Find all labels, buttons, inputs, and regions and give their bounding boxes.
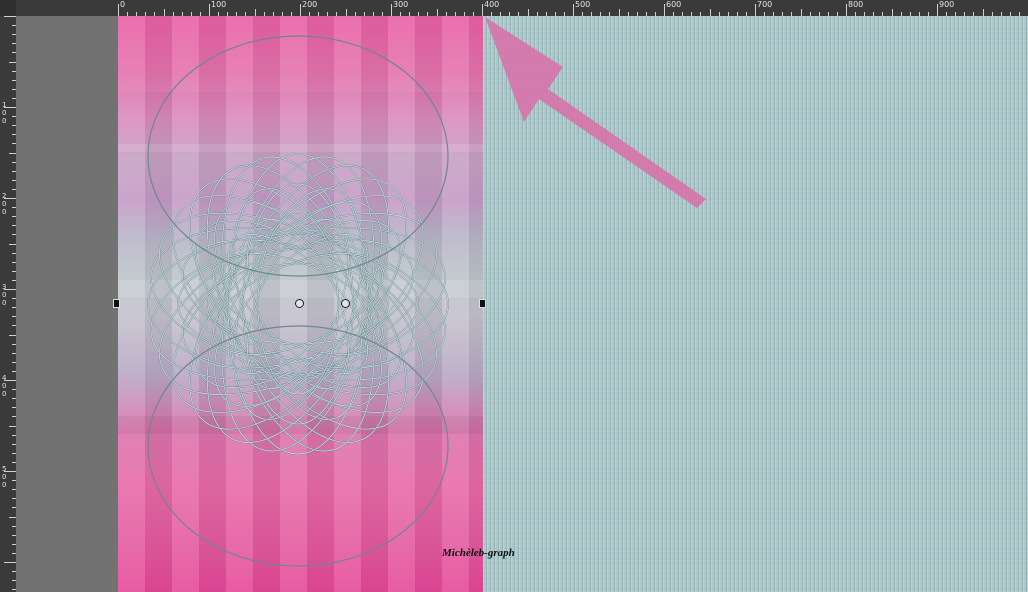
ruler-label: 300 bbox=[2, 283, 7, 307]
ruler-tick bbox=[937, 4, 938, 16]
ruler-tick bbox=[4, 562, 16, 563]
ruler-tick bbox=[436, 9, 438, 16]
ruler-tick bbox=[9, 61, 16, 63]
ruler-label: 300 bbox=[393, 0, 409, 9]
ruler-tick bbox=[709, 9, 711, 16]
ruler-label: 200 bbox=[2, 192, 7, 216]
ruler-label: 0 bbox=[120, 0, 126, 9]
ruler-corner bbox=[0, 0, 16, 16]
ruler-tick bbox=[9, 334, 16, 336]
ruler-tick bbox=[482, 4, 483, 16]
ruler-tick bbox=[9, 152, 16, 154]
transform-center-icon[interactable] bbox=[341, 299, 350, 308]
rotation-pivot-icon[interactable] bbox=[295, 299, 304, 308]
ruler-tick bbox=[391, 4, 392, 16]
horizontal-ruler[interactable]: 0 100 200 300 400 500 600 700 800 900 bbox=[16, 0, 1028, 17]
ruler-label: 500 bbox=[575, 0, 591, 9]
ruler-label: 400 bbox=[2, 374, 7, 398]
ruler-label: 700 bbox=[757, 0, 773, 9]
ruler-tick bbox=[800, 9, 802, 16]
ruler-label: 400 bbox=[484, 0, 500, 9]
watermark-text: Michèleb-graph bbox=[442, 547, 515, 559]
ruler-label: 500 bbox=[2, 465, 7, 489]
ruler-tick bbox=[9, 243, 16, 245]
ruler-tick bbox=[755, 4, 756, 16]
ruler-tick bbox=[4, 16, 16, 17]
ruler-label: 600 bbox=[666, 0, 682, 9]
ruler-tick bbox=[254, 9, 256, 16]
right-transform-handle[interactable] bbox=[479, 299, 486, 308]
vertical-ruler[interactable]: 100 200 300 400 500 bbox=[0, 16, 17, 592]
textured-background-canvas[interactable] bbox=[483, 16, 1028, 592]
ruler-tick bbox=[9, 425, 16, 427]
left-transform-handle[interactable] bbox=[113, 299, 120, 308]
ruler-tick bbox=[891, 9, 893, 16]
ruler-label: 200 bbox=[302, 0, 318, 9]
ruler-tick bbox=[345, 9, 347, 16]
ruler-label: 100 bbox=[211, 0, 227, 9]
ruler-tick bbox=[618, 9, 620, 16]
ruler-label: 100 bbox=[2, 101, 7, 125]
ruler-tick bbox=[9, 516, 16, 518]
ruler-tick bbox=[163, 9, 165, 16]
ruler-tick bbox=[527, 9, 529, 16]
ruler-tick bbox=[664, 4, 665, 16]
ruler-tick bbox=[573, 4, 574, 16]
ruler-tick bbox=[300, 4, 301, 16]
ruler-tick bbox=[982, 9, 984, 16]
ruler-label: 800 bbox=[848, 0, 864, 9]
ruler-tick bbox=[118, 4, 119, 16]
ruler-tick bbox=[846, 4, 847, 16]
ruler-tick bbox=[209, 4, 210, 16]
ruler-label: 900 bbox=[939, 0, 955, 9]
